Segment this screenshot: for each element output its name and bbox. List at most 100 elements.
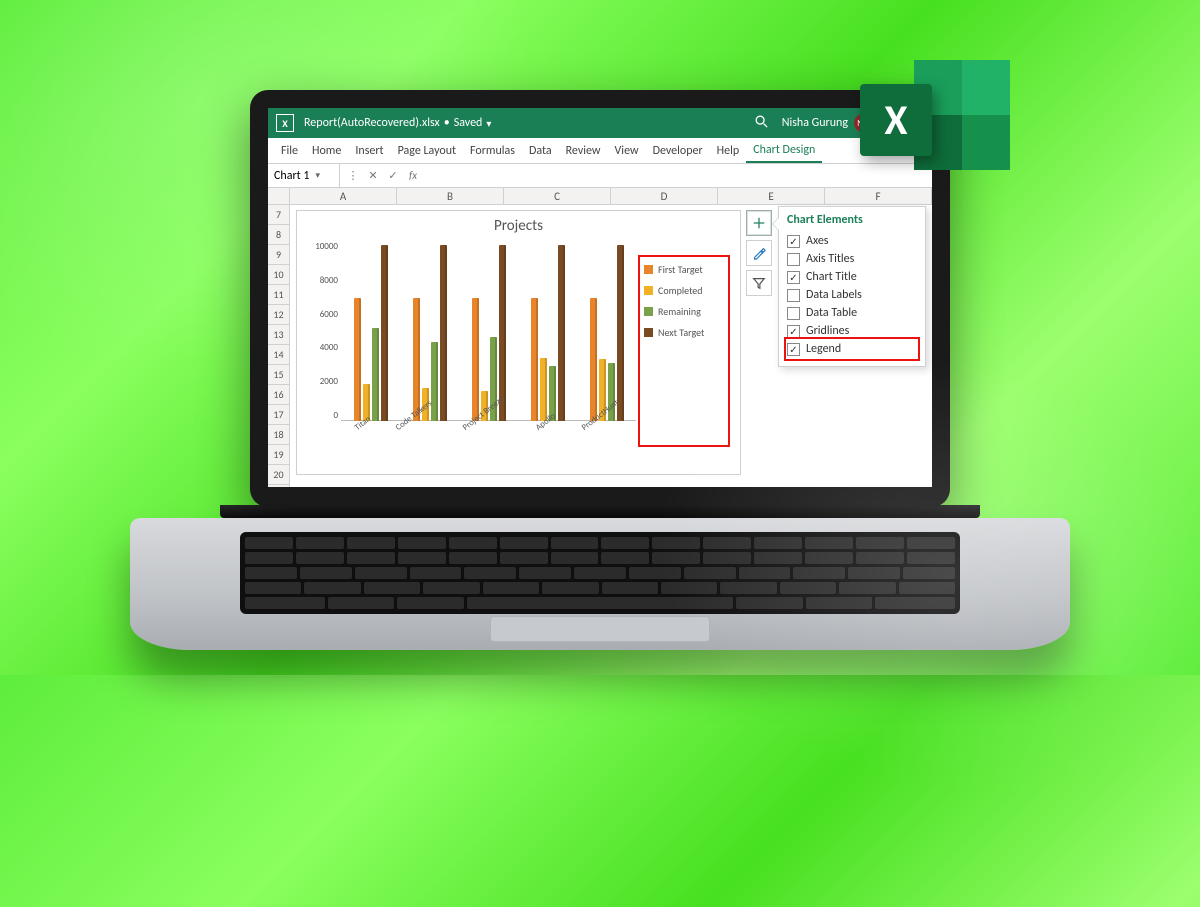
bar[interactable]	[440, 245, 447, 421]
chart-element-option[interactable]: ✓Legend	[787, 340, 917, 358]
bar[interactable]	[617, 245, 624, 421]
save-state[interactable]: Saved	[454, 116, 483, 130]
row-header[interactable]: 16	[268, 385, 289, 405]
col-d[interactable]: D	[611, 188, 718, 204]
legend-item[interactable]: First Target	[644, 263, 724, 276]
name-box-value: Chart 1	[274, 169, 309, 183]
bar-group[interactable]	[413, 245, 447, 421]
bar[interactable]	[354, 298, 361, 421]
formula-bar-row: Chart 1 ▾ ⋮ ✕ ✓ fx	[268, 164, 932, 188]
chart-styles-button[interactable]	[746, 240, 772, 266]
legend-item[interactable]: Next Target	[644, 326, 724, 339]
y-tick: 0	[333, 410, 338, 421]
bar-group[interactable]	[354, 245, 388, 421]
search-icon[interactable]	[754, 114, 768, 132]
row-header[interactable]: 19	[268, 445, 289, 465]
checkbox-icon[interactable]: ✓	[787, 271, 800, 284]
chart-element-option[interactable]: Axis Titles	[787, 250, 917, 268]
bar[interactable]	[558, 245, 565, 421]
legend-label: First Target	[658, 263, 703, 276]
row-header[interactable]: 7	[268, 205, 289, 225]
checkbox-icon[interactable]: ✓	[787, 235, 800, 248]
chart-elements-panel[interactable]: Chart Elements ✓Axes Axis Titles ✓Chart Ti…	[778, 206, 926, 367]
confirm-icon[interactable]: ✓	[384, 167, 402, 185]
legend-label: Remaining	[658, 305, 701, 318]
row-header[interactable]: 17	[268, 405, 289, 425]
col-f[interactable]: F	[825, 188, 932, 204]
checkbox-icon[interactable]	[787, 307, 800, 320]
screen-bezel: X Report(AutoRecovered).xlsx • Saved ▾ N…	[250, 90, 950, 507]
bar[interactable]	[372, 328, 379, 421]
tab-file[interactable]: File	[274, 138, 305, 163]
name-box[interactable]: Chart 1 ▾	[268, 164, 340, 187]
chart-legend[interactable]: First Target Completed Remaining Next Ta…	[638, 255, 730, 447]
bar[interactable]	[590, 298, 597, 421]
chart-title[interactable]: Projects	[297, 211, 740, 237]
formula-input[interactable]	[426, 164, 932, 187]
col-e[interactable]: E	[718, 188, 825, 204]
legend-item[interactable]: Remaining	[644, 305, 724, 318]
chevron-down-icon[interactable]: ▾	[315, 170, 320, 181]
row-header[interactable]: 13	[268, 325, 289, 345]
legend-item[interactable]: Completed	[644, 284, 724, 297]
cancel-icon[interactable]: ✕	[364, 167, 382, 185]
checkbox-icon[interactable]: ✓	[787, 343, 800, 356]
chevron-down-icon[interactable]: ▾	[486, 117, 491, 130]
chart-elements-button[interactable]	[746, 210, 772, 236]
chart-object[interactable]: Projects 10000 8000 6000 4000 2000 0	[296, 210, 741, 475]
tab-page-layout[interactable]: Page Layout	[391, 138, 463, 163]
trackpad	[490, 616, 710, 642]
bar[interactable]	[381, 245, 388, 421]
tab-data[interactable]: Data	[522, 138, 559, 163]
legend-label: Next Target	[658, 326, 704, 339]
more-icon[interactable]: ⋮	[344, 167, 362, 185]
row-header[interactable]: 10	[268, 265, 289, 285]
callout-pointer-icon	[772, 217, 779, 231]
panel-title: Chart Elements	[787, 213, 917, 227]
bar[interactable]	[413, 298, 420, 421]
col-a[interactable]: A	[290, 188, 397, 204]
tab-help[interactable]: Help	[710, 138, 747, 163]
chart-element-option[interactable]: Data Table	[787, 304, 917, 322]
chart-element-option[interactable]: ✓Axes	[787, 232, 917, 250]
laptop-deck	[130, 518, 1070, 650]
option-label: Data Labels	[806, 288, 862, 302]
row-header[interactable]: 14	[268, 345, 289, 365]
option-label: Axis Titles	[806, 252, 854, 266]
bar-group[interactable]	[531, 245, 565, 421]
tab-formulas[interactable]: Formulas	[463, 138, 522, 163]
tab-view[interactable]: View	[608, 138, 646, 163]
bar[interactable]	[472, 298, 479, 421]
tab-home[interactable]: Home	[305, 138, 348, 163]
col-b[interactable]: B	[397, 188, 504, 204]
chart-element-option[interactable]: Data Labels	[787, 286, 917, 304]
column-headers: A B C D E F	[268, 188, 932, 205]
fx-icon[interactable]: fx	[404, 167, 422, 185]
tab-review[interactable]: Review	[559, 138, 608, 163]
row-header[interactable]: 15	[268, 365, 289, 385]
col-c[interactable]: C	[504, 188, 611, 204]
tab-developer[interactable]: Developer	[646, 138, 710, 163]
user-name[interactable]: Nisha Gurung	[782, 116, 848, 130]
file-name[interactable]: Report(AutoRecovered).xlsx	[304, 116, 440, 130]
bar-group[interactable]	[590, 245, 624, 421]
chart-element-option[interactable]: ✓Chart Title	[787, 268, 917, 286]
row-header[interactable]: 11	[268, 285, 289, 305]
excel-window: X Report(AutoRecovered).xlsx • Saved ▾ N…	[268, 108, 932, 487]
checkbox-icon[interactable]	[787, 289, 800, 302]
row-header[interactable]: 12	[268, 305, 289, 325]
tab-chart-design[interactable]: Chart Design	[746, 138, 822, 163]
checkbox-icon[interactable]	[787, 253, 800, 266]
bar[interactable]	[531, 298, 538, 421]
chart-element-option[interactable]: ✓Gridlines	[787, 322, 917, 340]
chart-filters-button[interactable]	[746, 270, 772, 296]
bar[interactable]	[540, 358, 547, 421]
row-header[interactable]: 18	[268, 425, 289, 445]
select-all-corner[interactable]	[268, 188, 290, 204]
row-header[interactable]: 20	[268, 465, 289, 485]
row-header[interactable]: 8	[268, 225, 289, 245]
tab-insert[interactable]: Insert	[348, 138, 390, 163]
sheet-area[interactable]: A B C D E F 7 8 9 10 11 12 13 14 15	[268, 188, 932, 487]
row-header[interactable]: 9	[268, 245, 289, 265]
checkbox-icon[interactable]: ✓	[787, 325, 800, 338]
